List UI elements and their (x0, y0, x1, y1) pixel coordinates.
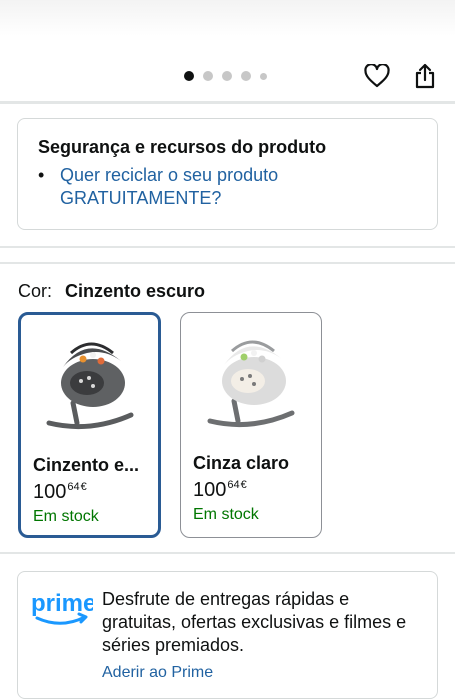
section-divider (0, 246, 455, 248)
bullet: • (38, 165, 45, 185)
product-image-area (0, 0, 455, 36)
price-fraction: 64 (227, 479, 240, 491)
color-label: Cor: (18, 281, 53, 301)
share-icon (415, 63, 435, 89)
price: 100 64 € (33, 480, 87, 504)
color-option-name: Cinzento e... (33, 455, 140, 475)
safety-title: Segurança e recursos do produto (38, 137, 327, 157)
color-option-name: Cinza claro (193, 453, 290, 473)
carousel-dot-3[interactable] (222, 71, 232, 81)
price-whole: 100 (193, 479, 227, 501)
carousel-dot-4[interactable] (241, 71, 251, 81)
wishlist-button[interactable] (362, 60, 392, 92)
price-whole: 100 (33, 481, 67, 503)
color-selected-value: Cinzento escuro (65, 281, 206, 301)
safety-list-item: • Quer reciclar o seu produto GRATUITAME… (38, 164, 417, 210)
price: 100 64 € (193, 478, 247, 502)
price-currency: € (80, 481, 87, 493)
color-option-dark-grey[interactable]: Cinzento e... 100 64 € Em stock (18, 312, 161, 538)
color-option-light-grey[interactable]: Cinza claro 100 64 € Em stock (180, 312, 322, 538)
image-carousel-dots[interactable] (184, 71, 267, 81)
section-divider (0, 262, 455, 264)
heart-icon (364, 64, 390, 88)
carousel-dot-2[interactable] (203, 71, 213, 81)
product-safety-card: Segurança e recursos do produto • Quer r… (17, 118, 438, 230)
availability-status: Em stock (193, 506, 259, 523)
prime-promo-card: prime Desfrute de entregas rápidas e gra… (17, 571, 438, 699)
recycle-link[interactable]: Quer reciclar o seu produto GRATUITAMENT… (60, 164, 320, 210)
carousel-dot-1[interactable] (184, 71, 194, 81)
baby-swing-light-image (207, 340, 295, 428)
price-fraction: 64 (67, 481, 80, 493)
section-divider (0, 552, 455, 554)
section-divider (0, 101, 455, 104)
carousel-dot-5[interactable] (260, 72, 267, 80)
share-button[interactable] (410, 60, 440, 92)
price-currency: € (240, 479, 247, 491)
join-prime-link[interactable]: Aderir ao Prime (102, 664, 213, 682)
prime-logo-icon: prime (31, 590, 93, 625)
prime-description: Desfrute de entregas rápidas e gratuitas… (102, 589, 407, 655)
availability-status: Em stock (33, 508, 99, 525)
prime-logo-text: prime (31, 590, 93, 617)
color-selector-header: Cor: Cinzento escuro (18, 280, 205, 302)
baby-swing-dark-image (46, 342, 133, 430)
